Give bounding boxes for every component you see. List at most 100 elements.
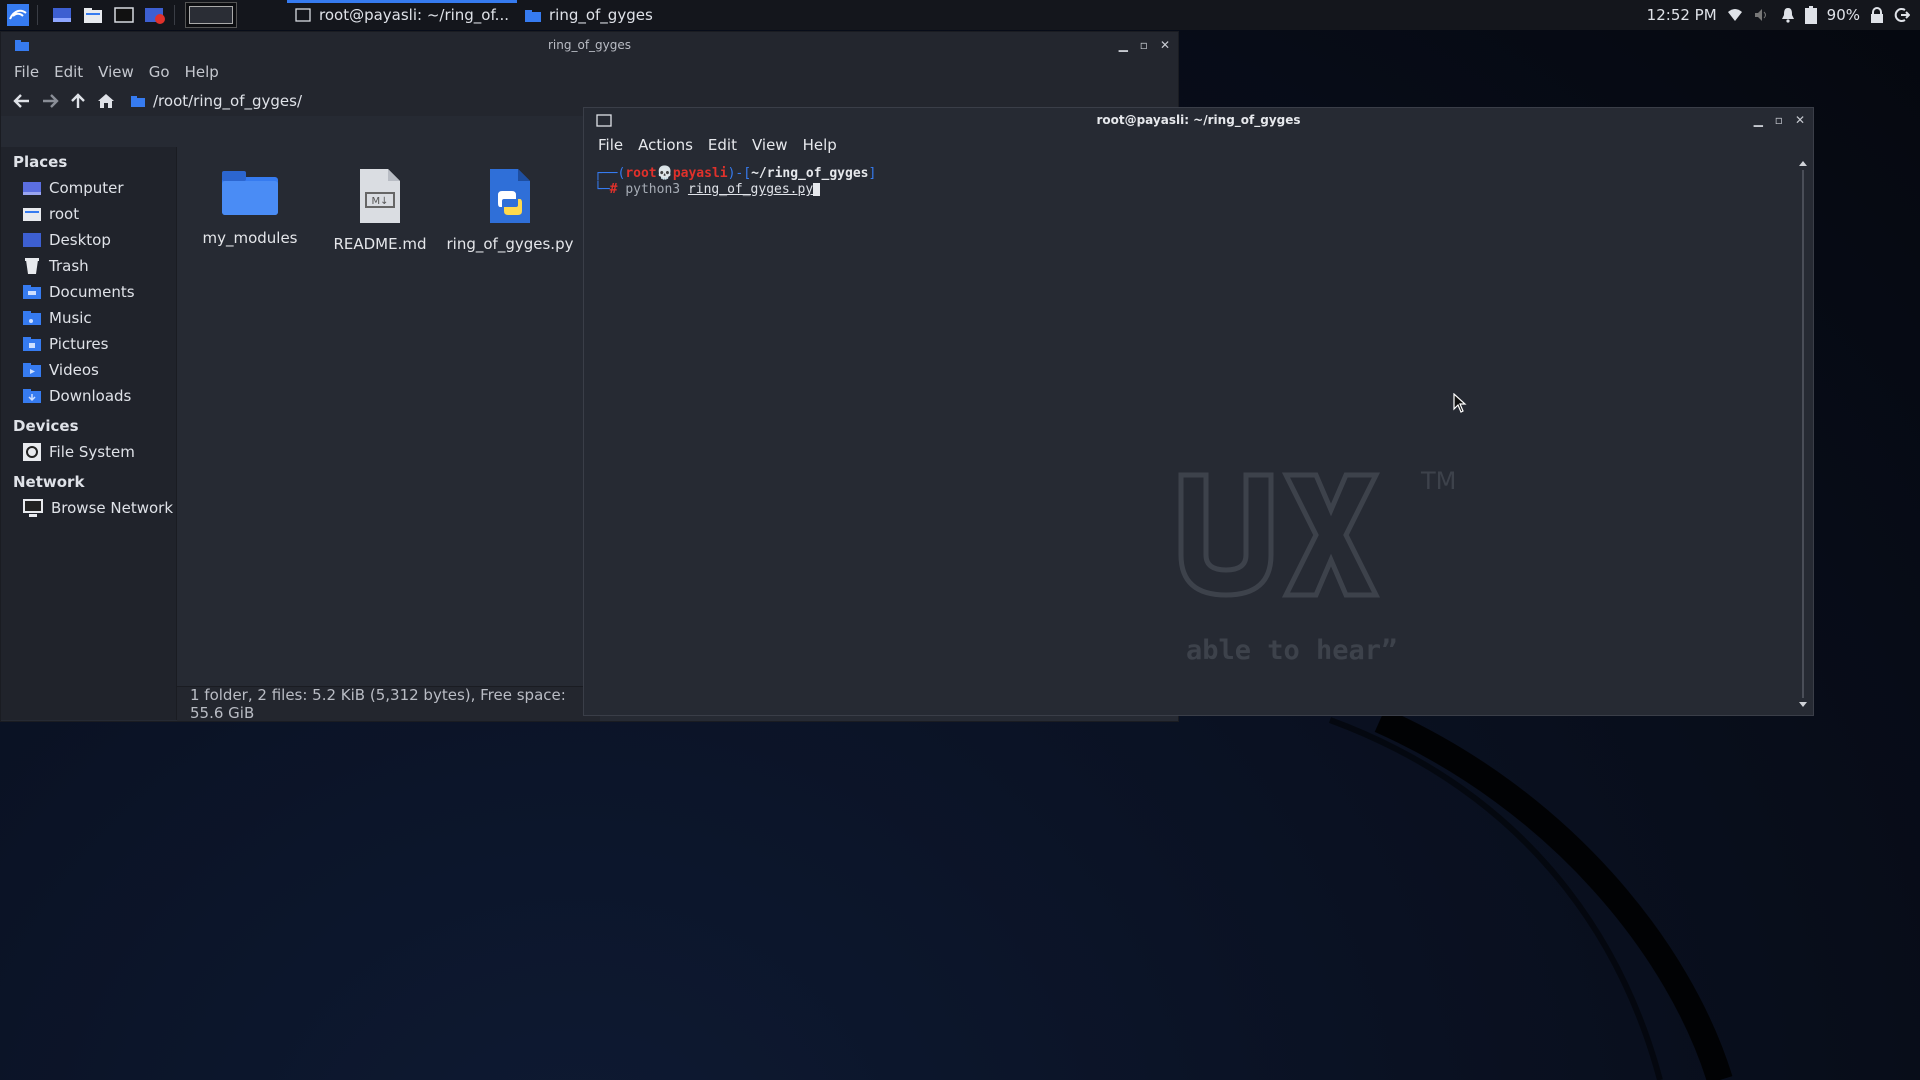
file-manager-launcher-icon[interactable] xyxy=(80,4,106,26)
menu-file[interactable]: File xyxy=(598,136,623,154)
sidebar: Places Computer root Desktop Trash Docum… xyxy=(1,147,177,720)
sidebar-item-label: root xyxy=(49,205,80,223)
taskbar-task-terminal[interactable]: root@payasli: ~/ring_of... xyxy=(287,0,517,30)
file-manager-titlebar[interactable]: ring_of_gyges ▁ ▫ ✕ xyxy=(1,32,1178,58)
terminal-scrollbar[interactable] xyxy=(1799,160,1807,708)
sidebar-item-trash[interactable]: Trash xyxy=(1,253,176,279)
menu-go[interactable]: Go xyxy=(149,63,170,81)
close-button[interactable]: ✕ xyxy=(1160,38,1170,52)
prompt-line: ┌──(root💀payasli)-[~/ring_of_gyges] xyxy=(594,166,877,181)
workspace-switcher[interactable] xyxy=(185,2,237,28)
minimize-button[interactable]: ▁ xyxy=(1119,38,1128,52)
sidebar-item-label: File System xyxy=(49,443,135,461)
text-cursor xyxy=(813,183,821,196)
sidebar-item-label: Music xyxy=(49,309,92,327)
watermark-tm: TM xyxy=(1421,467,1457,495)
prompt-host: payasli xyxy=(672,166,728,181)
wifi-icon[interactable] xyxy=(1727,8,1743,22)
up-arrow-icon[interactable] xyxy=(69,93,87,109)
window-title: root@payasli: ~/ring_of_gyges xyxy=(1096,113,1301,127)
watermark-logo xyxy=(1178,472,1381,598)
terminal-icon xyxy=(295,8,311,22)
trash-icon xyxy=(25,258,39,274)
sidebar-item-desktop[interactable]: Desktop xyxy=(1,227,176,253)
menu-edit[interactable]: Edit xyxy=(708,136,737,154)
maximize-button[interactable]: ▫ xyxy=(1140,38,1148,52)
desktop-icon xyxy=(23,233,41,247)
sidebar-item-pictures[interactable]: Pictures xyxy=(1,331,176,357)
battery-icon[interactable] xyxy=(1804,6,1817,24)
videos-folder-icon xyxy=(23,363,41,377)
clock[interactable]: 12:52 PM xyxy=(1647,6,1717,24)
home-folder-icon xyxy=(23,208,41,221)
svg-text:M↓: M↓ xyxy=(371,196,388,207)
scrollbar-track[interactable] xyxy=(1802,170,1804,698)
menu-edit[interactable]: Edit xyxy=(54,63,83,81)
notification-bell-icon[interactable] xyxy=(1781,7,1795,23)
volume-icon[interactable] xyxy=(1753,8,1771,22)
file-item-folder[interactable]: my_modules xyxy=(185,169,315,247)
desktop-watermark: TM able to hear” xyxy=(1176,465,1796,715)
sidebar-item-label: Computer xyxy=(49,179,124,197)
app-menu-icon[interactable] xyxy=(5,4,31,26)
sidebar-item-label: Pictures xyxy=(49,335,109,353)
computer-icon xyxy=(23,182,41,195)
lock-icon[interactable] xyxy=(1870,7,1884,23)
mouse-cursor-icon xyxy=(1453,393,1467,413)
menu-view[interactable]: View xyxy=(98,63,134,81)
documents-folder-icon xyxy=(23,285,41,299)
minimize-button[interactable]: ▁ xyxy=(1754,113,1763,127)
sidebar-item-root[interactable]: root xyxy=(1,201,176,227)
menu-help[interactable]: Help xyxy=(803,136,837,154)
sidebar-item-browse-network[interactable]: Browse Network xyxy=(1,495,176,521)
scroll-down-icon[interactable] xyxy=(1799,702,1807,708)
forward-arrow-icon[interactable] xyxy=(41,93,59,109)
folder-icon xyxy=(222,171,278,215)
sidebar-item-videos[interactable]: Videos xyxy=(1,357,176,383)
sidebar-item-documents[interactable]: Documents xyxy=(1,279,176,305)
window-title: ring_of_gyges xyxy=(547,38,632,52)
sidebar-item-computer[interactable]: Computer xyxy=(1,175,176,201)
sidebar-header-network: Network xyxy=(13,473,85,491)
file-name: README.md xyxy=(333,235,427,253)
file-item-python[interactable]: ring_of_gyges.py xyxy=(445,169,575,253)
sidebar-item-label: Downloads xyxy=(49,387,132,405)
scroll-up-icon[interactable] xyxy=(1799,160,1807,166)
terminal-launcher-icon[interactable] xyxy=(111,4,137,26)
taskbar: root@payasli: ~/ring_of... ring_of_gyges… xyxy=(0,0,1920,30)
sidebar-item-label: Trash xyxy=(49,257,89,275)
terminal-menubar: File Actions Edit View Help xyxy=(584,132,1813,158)
maximize-button[interactable]: ▫ xyxy=(1775,113,1783,127)
menu-help[interactable]: Help xyxy=(185,63,219,81)
back-arrow-icon[interactable] xyxy=(13,93,31,109)
sidebar-item-label: Browse Network xyxy=(51,499,174,517)
terminal-icon xyxy=(596,114,612,127)
downloads-folder-icon xyxy=(23,389,41,403)
logout-icon[interactable] xyxy=(1894,7,1910,23)
sidebar-item-label: Videos xyxy=(49,361,99,379)
home-icon[interactable] xyxy=(97,93,115,109)
location-bar[interactable]: /root/ring_of_gyges/ xyxy=(131,92,302,110)
show-desktop-icon[interactable] xyxy=(49,4,75,26)
file-name: ring_of_gyges.py xyxy=(446,235,574,253)
terminal-output[interactable]: ┌──(root💀payasli)-[~/ring_of_gyges] └─# … xyxy=(594,166,876,198)
menu-view[interactable]: View xyxy=(752,136,788,154)
close-button[interactable]: ✕ xyxy=(1795,113,1805,127)
taskbar-task-file-manager[interactable]: ring_of_gyges xyxy=(517,0,661,30)
workspace-1[interactable] xyxy=(189,6,233,24)
menu-actions[interactable]: Actions xyxy=(638,136,693,154)
folder-icon xyxy=(15,40,29,51)
command-argument: ring_of_gyges.py xyxy=(687,182,814,197)
file-item-markdown[interactable]: M↓ README.md xyxy=(315,169,445,253)
terminal-titlebar[interactable]: root@payasli: ~/ring_of_gyges ▁ ▫ ✕ xyxy=(584,108,1813,132)
taskbar-task-label: ring_of_gyges xyxy=(548,6,653,24)
sidebar-item-music[interactable]: Music xyxy=(1,305,176,331)
pictures-folder-icon xyxy=(23,337,41,351)
menu-file[interactable]: File xyxy=(14,63,39,81)
watermark-text: able to hear” xyxy=(1186,635,1398,666)
sidebar-item-downloads[interactable]: Downloads xyxy=(1,383,176,409)
browser-launcher-icon[interactable] xyxy=(142,4,168,26)
python-file-icon xyxy=(490,169,530,223)
command-line[interactable]: └─# python3 ring_of_gyges.py xyxy=(594,182,876,198)
sidebar-item-file-system[interactable]: File System xyxy=(1,439,176,465)
